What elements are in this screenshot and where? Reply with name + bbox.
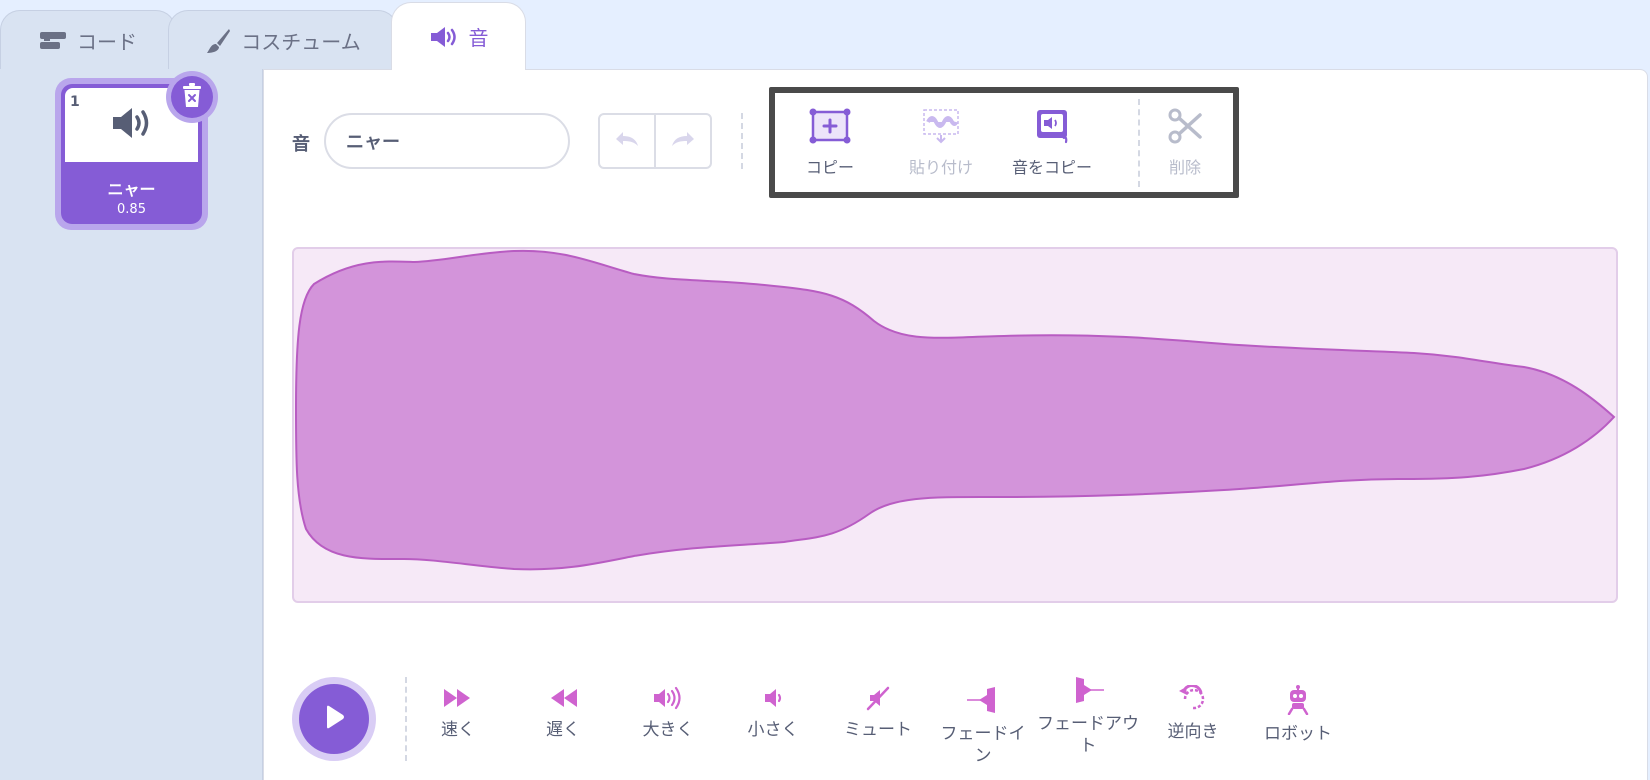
tab-sound-label: 音 bbox=[468, 26, 489, 50]
toolbar-divider bbox=[741, 113, 743, 169]
volume-up-icon bbox=[652, 685, 684, 711]
volume-down-icon bbox=[757, 685, 789, 711]
effect-faster-label: 速く bbox=[441, 720, 475, 740]
robot-icon bbox=[1282, 685, 1314, 715]
effect-mute-label: ミュート bbox=[844, 720, 912, 740]
paste-label: 貼り付け bbox=[908, 158, 973, 177]
undo-icon bbox=[613, 129, 641, 153]
effect-softer-label: 小さく bbox=[747, 720, 799, 740]
scissors-icon bbox=[1167, 108, 1203, 144]
redo-icon bbox=[669, 129, 697, 153]
tab-sound[interactable]: 音 bbox=[391, 2, 526, 70]
waveform-shape bbox=[294, 249, 1616, 571]
effect-robot-button[interactable]: ロボット bbox=[1248, 685, 1348, 745]
sound-name-input[interactable] bbox=[324, 113, 570, 169]
speaker-icon bbox=[429, 25, 459, 49]
sound-tile-name: ニャー bbox=[107, 180, 156, 199]
fade-out-icon bbox=[1070, 675, 1106, 705]
code-blocks-icon bbox=[39, 30, 67, 52]
sound-tile-duration: 0.85 bbox=[117, 202, 146, 217]
speaker-icon bbox=[110, 105, 154, 145]
play-button[interactable] bbox=[292, 677, 376, 761]
fast-forward-icon bbox=[442, 685, 474, 711]
copy-button[interactable]: コピー bbox=[775, 93, 885, 193]
brush-icon bbox=[205, 27, 231, 55]
copy-to-new-label: 音をコピー bbox=[1011, 158, 1092, 177]
delete-sound-button[interactable] bbox=[166, 71, 218, 123]
rewind-icon bbox=[547, 685, 579, 711]
effect-reverse-label: 逆向き bbox=[1167, 722, 1219, 742]
effect-fade-out-button[interactable]: フェードアウト bbox=[1037, 675, 1139, 757]
tab-code-label: コード bbox=[77, 30, 137, 54]
effect-fade-in-label: フェードイン bbox=[940, 724, 1026, 767]
effect-softer-button[interactable]: 小さく bbox=[723, 685, 823, 741]
effects-divider bbox=[405, 677, 407, 761]
play-icon bbox=[321, 703, 347, 735]
sound-index: 1 bbox=[70, 94, 80, 110]
reverse-icon bbox=[1177, 685, 1209, 713]
paste-icon bbox=[920, 108, 962, 144]
copy-to-new-icon bbox=[1031, 108, 1073, 144]
effect-fade-in-button[interactable]: フェードイン bbox=[933, 685, 1033, 767]
delete-label: 削除 bbox=[1168, 158, 1201, 177]
effect-slower-label: 遅く bbox=[546, 720, 580, 740]
undo-redo-group bbox=[598, 113, 712, 169]
sound-name-label: 音 bbox=[292, 134, 310, 155]
mute-icon bbox=[862, 685, 894, 711]
trash-icon bbox=[180, 82, 204, 112]
effect-louder-button[interactable]: 大きく bbox=[618, 685, 718, 741]
effect-reverse-button[interactable]: 逆向き bbox=[1143, 685, 1243, 743]
copy-icon bbox=[809, 108, 851, 144]
effect-mute-button[interactable]: ミュート bbox=[828, 685, 928, 741]
effect-faster-button[interactable]: 速く bbox=[408, 685, 508, 741]
edit-actions-group: コピー 貼り付け 音をコピー 削除 bbox=[769, 87, 1239, 198]
effect-louder-label: 大きく bbox=[642, 720, 694, 740]
paste-button[interactable]: 貼り付け bbox=[886, 93, 996, 193]
copy-label: コピー bbox=[805, 158, 854, 177]
tab-costume-label: コスチューム bbox=[241, 30, 361, 54]
tab-code[interactable]: コード bbox=[0, 10, 176, 70]
effect-slower-button[interactable]: 遅く bbox=[513, 685, 613, 741]
delete-button[interactable]: 削除 bbox=[1130, 93, 1240, 193]
tab-costume[interactable]: コスチューム bbox=[168, 10, 398, 70]
undo-button[interactable] bbox=[600, 115, 654, 167]
redo-button[interactable] bbox=[654, 115, 710, 167]
effect-fade-out-label: フェードアウト bbox=[1037, 714, 1139, 757]
effect-robot-label: ロボット bbox=[1264, 724, 1332, 744]
waveform-area[interactable] bbox=[292, 247, 1618, 603]
waveform bbox=[294, 249, 1616, 571]
copy-to-new-button[interactable]: 音をコピー bbox=[997, 93, 1107, 193]
fade-in-icon bbox=[965, 685, 1001, 715]
